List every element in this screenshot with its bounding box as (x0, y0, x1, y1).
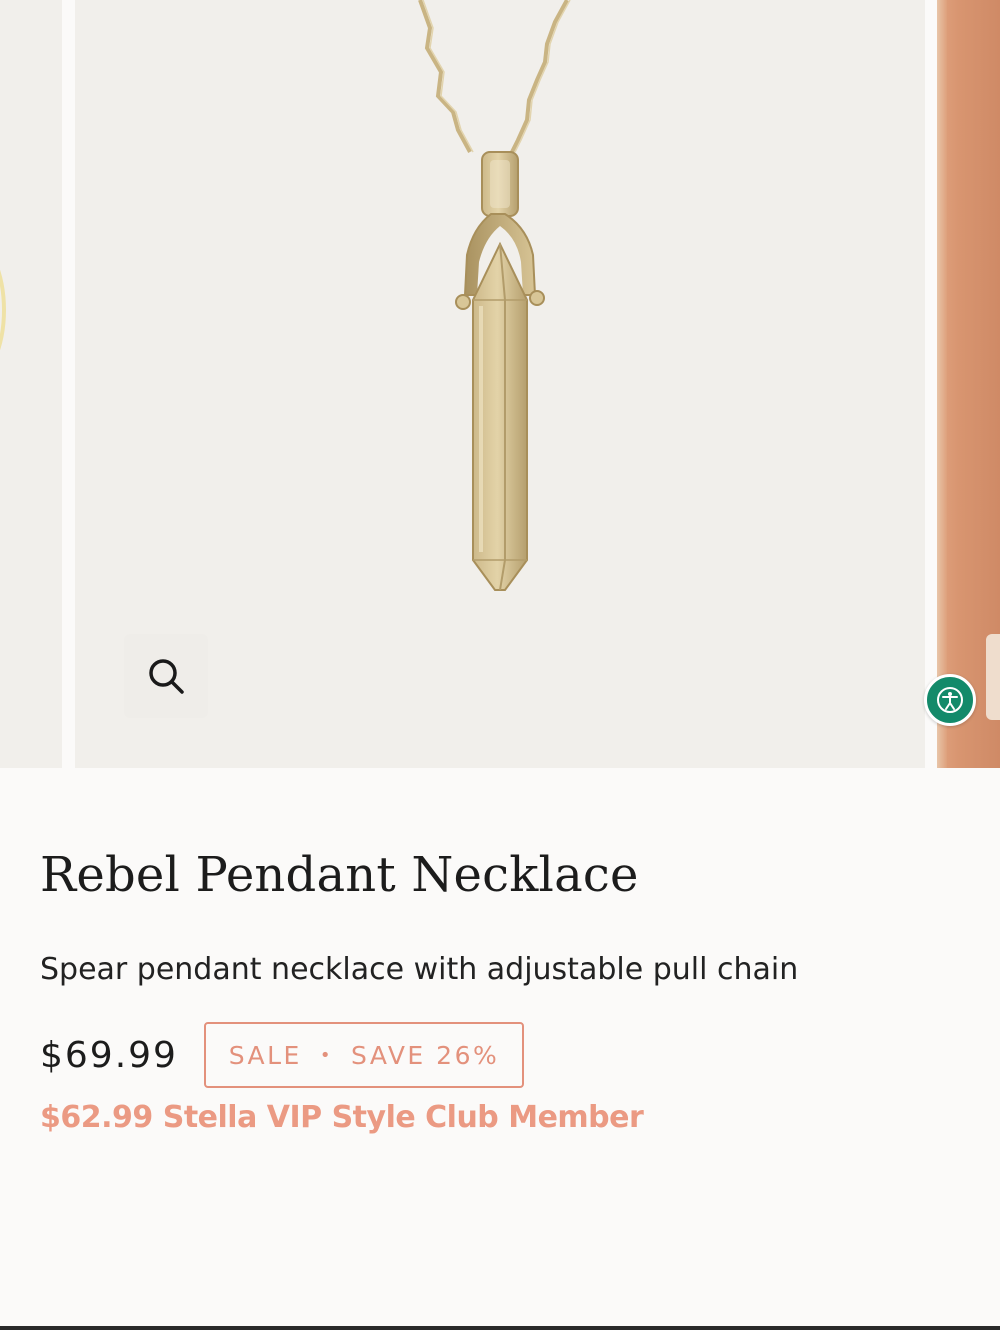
sale-label: SALE (228, 1040, 302, 1070)
gallery-slide-next[interactable] (937, 0, 1000, 768)
product-title: Rebel Pendant Necklace (40, 847, 639, 903)
price-row: $69.99 SALE • SAVE 26% (40, 1022, 960, 1088)
accessibility-icon (937, 687, 963, 713)
gallery-scroll-handle[interactable] (986, 634, 1000, 720)
savings-label: SAVE 26% (350, 1040, 500, 1070)
ring-image-fragment (0, 240, 6, 380)
zoom-button[interactable] (124, 634, 208, 718)
product-description: Spear pendant necklace with adjustable p… (40, 952, 799, 987)
product-price: $69.99 (40, 1034, 178, 1076)
model-image-fragment (937, 0, 947, 768)
search-icon (149, 659, 184, 694)
sale-badge: SALE • SAVE 26% (203, 1022, 524, 1088)
sale-separator: • (319, 1044, 333, 1066)
product-info: Rebel Pendant Necklace Spear pendant nec… (40, 840, 960, 1140)
product-gallery[interactable] (0, 0, 1000, 768)
bottom-divider (0, 1326, 1000, 1330)
accessibility-button[interactable] (924, 674, 976, 726)
gallery-slide-previous[interactable] (0, 0, 62, 768)
vip-member-price: $62.99 Stella VIP Style Club Member (40, 1100, 644, 1135)
